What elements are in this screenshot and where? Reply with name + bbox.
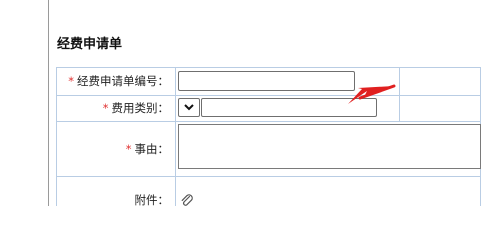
row1-extra-cell — [399, 67, 481, 96]
attachment-field-cell — [175, 176, 481, 206]
required-mark: * — [125, 142, 132, 156]
expense-category-label: 费用类别： — [111, 101, 170, 115]
application-number-input[interactable] — [178, 71, 355, 91]
application-number-label-cell: * 经费申请单编号： — [56, 67, 176, 96]
chevron-down-icon — [184, 104, 194, 111]
application-number-label: 经费申请单编号： — [77, 74, 169, 88]
reason-label: 事由： — [134, 142, 170, 156]
expense-form-page: 经费申请单 * 经费申请单编号： * 费用类别： * 事由： 附件： — [0, 0, 481, 207]
paperclip-icon[interactable] — [179, 193, 195, 209]
attachment-label-cell: 附件： — [56, 176, 176, 207]
reason-textarea[interactable] — [178, 124, 481, 169]
expense-category-input[interactable] — [201, 98, 377, 117]
attachment-label: 附件： — [134, 193, 170, 207]
expense-category-select[interactable] — [178, 98, 200, 117]
reason-label-cell: * 事由： — [56, 121, 176, 177]
required-mark: * — [102, 101, 109, 115]
required-mark: * — [68, 74, 74, 88]
row2-extra-cell — [399, 95, 481, 122]
left-divider — [48, 0, 49, 206]
expense-category-label-cell: * 费用类别： — [56, 95, 176, 122]
expense-form-table: * 经费申请单编号： * 费用类别： * 事由： 附件： — [56, 67, 481, 207]
form-title: 经费申请单 — [57, 37, 123, 52]
